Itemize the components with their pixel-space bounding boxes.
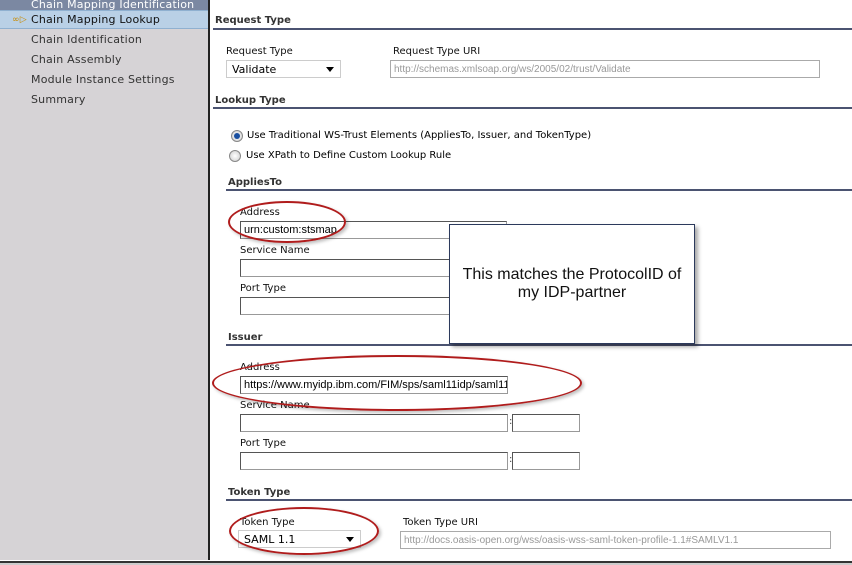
token-type-uri-input[interactable]: http://docs.oasis-open.org/wss/oasis-wss…	[400, 531, 831, 549]
radio-traditional-ws-trust[interactable]	[231, 130, 243, 142]
sidebar-item-label: Chain Mapping Lookup	[31, 13, 161, 26]
annotation-ellipse	[229, 507, 379, 555]
appliesto-service-name-label: Service Name	[240, 245, 310, 256]
annotation-callout: This matches the ProtocolID of my IDP-pa…	[449, 224, 695, 344]
sidebar-item-chain-assembly[interactable]: Chain Assembly	[0, 50, 208, 70]
request-type-value: Validate	[232, 63, 277, 76]
sidebar-item-module-instance-settings[interactable]: Module Instance Settings	[0, 70, 208, 90]
sidebar-item-label: Module Instance Settings	[31, 73, 175, 86]
section-heading-request-type: Request Type	[215, 15, 291, 26]
request-type-select[interactable]: Validate	[226, 60, 341, 78]
sidebar: Chain Mapping Identification ∞▷ Chain Map…	[0, 0, 210, 560]
radio-xpath-custom-label: Use XPath to Define Custom Lookup Rule	[246, 150, 452, 161]
section-divider	[226, 344, 852, 346]
token-type-uri-label: Token Type URI	[403, 517, 478, 528]
section-heading-appliesto: AppliesTo	[228, 177, 283, 188]
sidebar-item-label: Chain Identification	[31, 33, 143, 46]
sidebar-item-chain-mapping-lookup[interactable]: ∞▷ Chain Mapping Lookup	[0, 10, 208, 29]
bottom-bar	[0, 561, 852, 565]
annotation-ellipse	[212, 355, 582, 411]
request-type-uri-label: Request Type URI	[393, 46, 481, 57]
chevron-down-icon	[326, 67, 334, 72]
sidebar-item-chain-mapping-identification[interactable]: Chain Mapping Identification	[0, 0, 208, 10]
sidebar-item-chain-identification[interactable]: Chain Identification	[0, 30, 208, 50]
current-step-arrow-icon: ∞▷	[12, 15, 27, 25]
section-divider	[213, 107, 852, 109]
section-divider	[213, 28, 852, 30]
section-heading-token-type: Token Type	[228, 487, 291, 498]
appliesto-port-type-label: Port Type	[240, 283, 286, 294]
sidebar-item-label: Chain Assembly	[31, 53, 122, 66]
section-heading-issuer: Issuer	[228, 332, 263, 343]
sidebar-item-label: Summary	[31, 93, 86, 106]
request-type-uri-input[interactable]: http://schemas.xmlsoap.org/ws/2005/02/tr…	[390, 60, 820, 78]
issuer-service-name-input[interactable]	[240, 414, 508, 432]
issuer-port-type-label: Port Type	[240, 438, 286, 449]
section-heading-lookup-type: Lookup Type	[215, 95, 286, 106]
issuer-port-type-input[interactable]	[240, 452, 508, 470]
section-divider	[226, 189, 852, 191]
sidebar-item-summary[interactable]: Summary	[0, 90, 208, 110]
request-type-label: Request Type	[226, 46, 293, 57]
radio-xpath-custom[interactable]	[229, 150, 241, 162]
callout-text: This matches the ProtocolID of my IDP-pa…	[462, 266, 682, 301]
annotation-ellipse	[228, 201, 346, 243]
issuer-service-name-port-input[interactable]	[512, 414, 580, 432]
radio-traditional-ws-trust-label: Use Traditional WS-Trust Elements (Appli…	[247, 130, 592, 141]
issuer-port-type-ns-input[interactable]	[512, 452, 580, 470]
section-divider	[226, 499, 852, 501]
sidebar-item-label: Chain Mapping Identification	[31, 0, 195, 11]
